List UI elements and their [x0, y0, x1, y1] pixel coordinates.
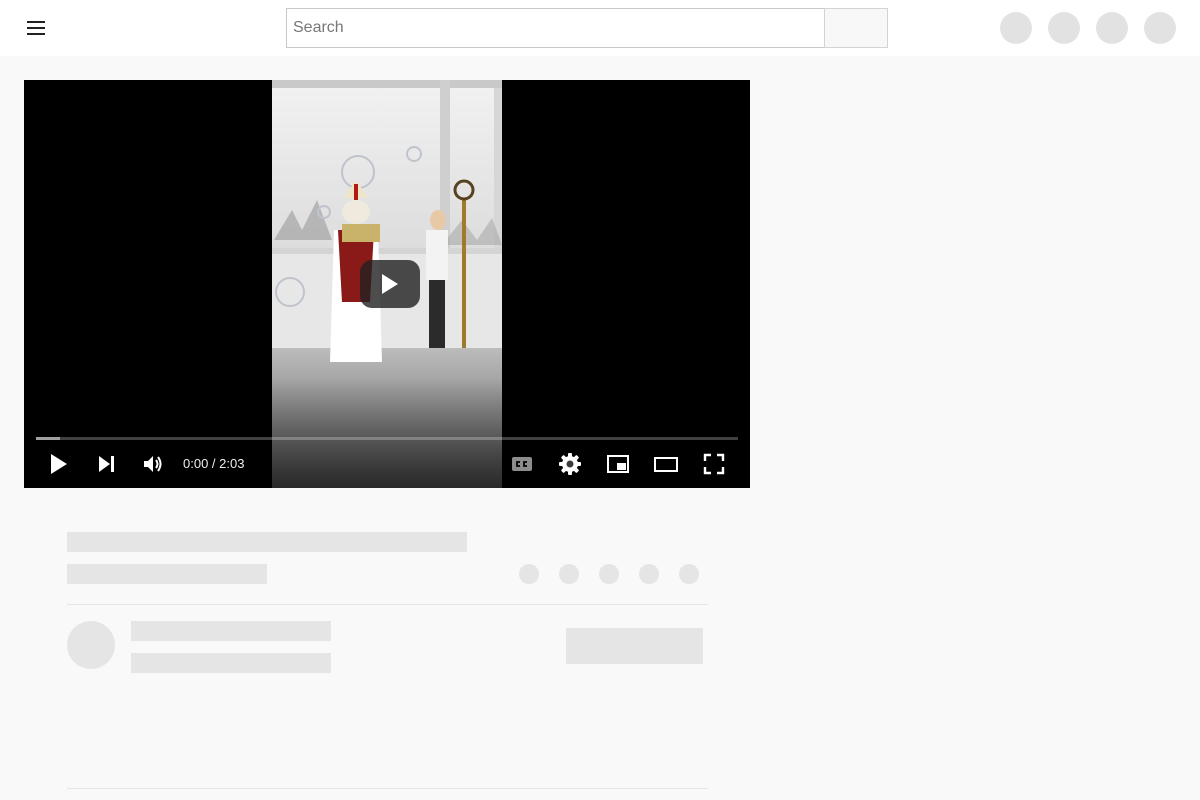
channel-name-placeholder [131, 621, 331, 641]
subscriber-count-placeholder [131, 653, 331, 673]
action-icon-placeholder [559, 564, 579, 584]
action-icon-placeholder [519, 564, 539, 584]
video-player[interactable]: 0:00 / 2:03 [24, 80, 750, 488]
miniplayer-button[interactable] [600, 446, 636, 482]
time-separator: / [208, 456, 220, 471]
guide-menu-button[interactable] [18, 12, 54, 44]
captions-button[interactable] [504, 446, 540, 482]
action-icon-placeholder [679, 564, 699, 584]
divider [67, 604, 708, 605]
theater-mode-button[interactable] [648, 446, 684, 482]
subscribe-button-placeholder [566, 628, 703, 664]
create-icon-placeholder[interactable] [1000, 12, 1032, 44]
search-button[interactable] [824, 8, 888, 48]
next-icon [99, 456, 114, 472]
play-icon [382, 274, 398, 294]
mute-button[interactable] [135, 446, 171, 482]
hamburger-icon-bar [27, 33, 45, 35]
large-play-button[interactable] [360, 260, 420, 308]
title-placeholder [67, 532, 467, 552]
notifications-icon-placeholder[interactable] [1096, 12, 1128, 44]
duration: 2:03 [219, 456, 245, 471]
captions-icon [512, 457, 532, 471]
progress-bar[interactable] [36, 437, 738, 440]
channel-avatar-placeholder [67, 621, 115, 669]
action-icon-placeholder [639, 564, 659, 584]
progress-loaded [36, 437, 60, 440]
settings-button[interactable] [552, 446, 588, 482]
play-icon [51, 454, 67, 474]
divider [67, 788, 708, 789]
apps-icon-placeholder[interactable] [1048, 12, 1080, 44]
action-icon-placeholder [599, 564, 619, 584]
controls-gradient [24, 378, 750, 488]
fullscreen-button[interactable] [696, 446, 732, 482]
hamburger-icon-bar [27, 27, 45, 29]
settings-icon [559, 453, 581, 475]
miniplayer-icon [607, 455, 629, 473]
play-button[interactable] [41, 446, 77, 482]
hamburger-icon-bar [27, 21, 45, 23]
current-time: 0:00 [183, 456, 209, 471]
view-count-placeholder [67, 564, 267, 584]
theater-mode-icon [654, 457, 678, 472]
fullscreen-icon [703, 453, 725, 475]
volume-icon [144, 456, 162, 472]
time-display: 0:00 / 2:03 [183, 456, 244, 471]
avatar-placeholder[interactable] [1144, 12, 1176, 44]
masthead [0, 0, 1200, 56]
search-input[interactable] [286, 8, 825, 48]
next-button[interactable] [88, 446, 124, 482]
